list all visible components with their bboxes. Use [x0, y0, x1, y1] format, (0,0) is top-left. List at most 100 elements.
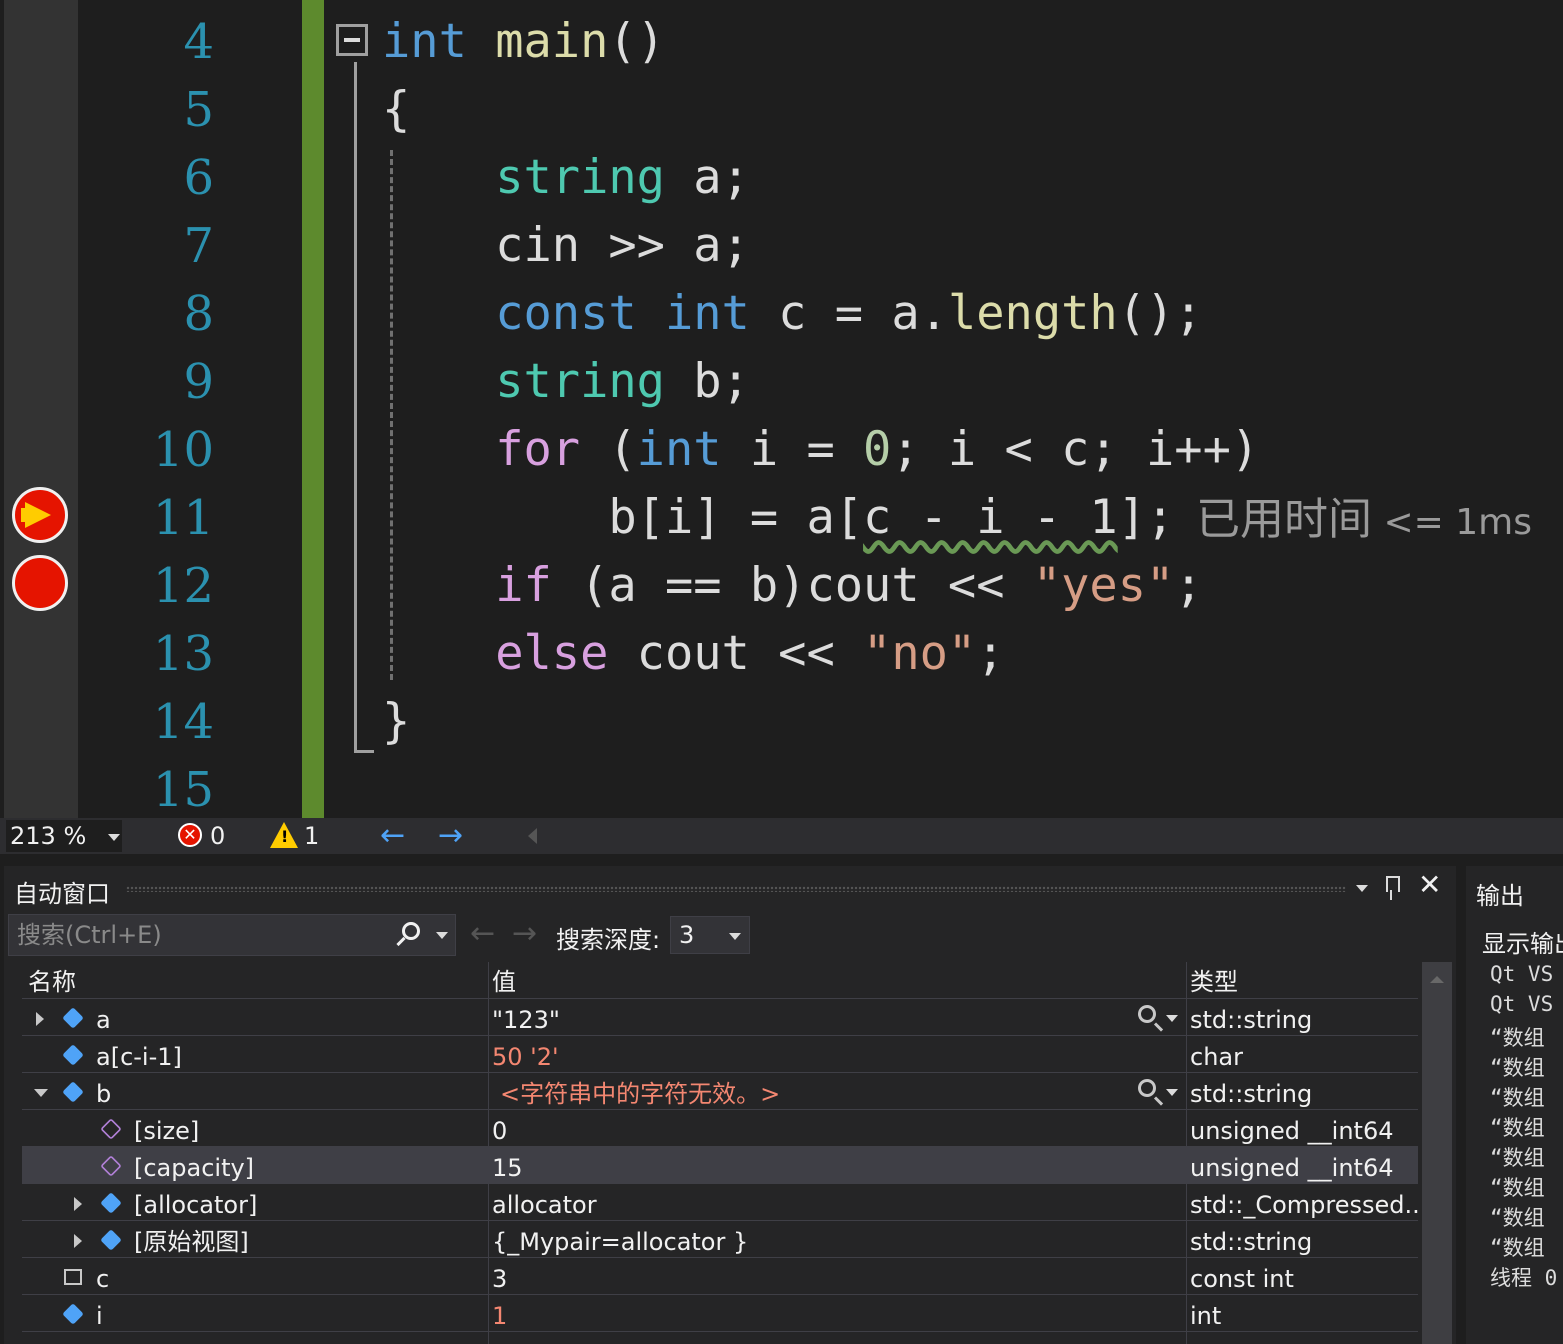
zoom-level: 213 % — [10, 822, 87, 850]
table-row[interactable]: b <字符串中的字符无效。> std::string — [22, 1073, 1418, 1110]
navigate-back-icon[interactable]: ← — [380, 818, 405, 853]
search-options-chevron-icon[interactable] — [436, 932, 448, 939]
variable-icon — [100, 1229, 122, 1251]
error-glyph: ✕ — [183, 825, 197, 844]
row-name: b — [96, 1080, 112, 1108]
collapse-region-icon[interactable] — [336, 24, 368, 56]
error-count[interactable]: 0 — [210, 822, 225, 850]
code-line[interactable]: if (a == b)cout << "yes"; — [382, 552, 1202, 620]
warning-icon[interactable]: ! — [270, 822, 298, 848]
visualizer-magnifier-icon[interactable] — [1138, 1079, 1156, 1097]
output-line: “数组 — [1490, 1236, 1545, 1260]
code-token: b[i] = a[ — [382, 490, 864, 545]
code-line[interactable]: cin >> a; — [382, 212, 750, 280]
row-type: std::string — [1190, 1228, 1313, 1256]
code-token: int — [382, 14, 467, 69]
output-text[interactable]: Qt VS Qt VS “数组 “数组 “数组 “数组 “数组 “数组 “数组 “数组 线程 0 — [1466, 962, 1563, 1342]
expand-arrow-icon[interactable] — [74, 1197, 82, 1211]
code-line[interactable]: string a; — [382, 144, 750, 212]
row-value[interactable]: allocator — [492, 1184, 1182, 1221]
row-value[interactable]: 1 — [492, 1295, 1182, 1332]
glyph-margin[interactable] — [4, 0, 78, 818]
table-row[interactable]: [allocator] allocator std::_Compressed..… — [22, 1184, 1418, 1221]
show-output-from-label: 显示输出 — [1482, 930, 1563, 958]
code-token: (a == b)cout << — [551, 558, 1033, 613]
row-name: a — [96, 1006, 111, 1034]
scroll-up-icon[interactable] — [1430, 976, 1444, 983]
row-value[interactable]: 15 — [492, 1147, 1182, 1184]
code-token: ; i < c; i++) — [891, 422, 1260, 477]
pin-icon[interactable] — [1386, 876, 1400, 892]
search-depth-dropdown[interactable]: 3 — [670, 916, 750, 954]
code-line[interactable]: int main() — [382, 8, 665, 76]
vertical-scrollbar[interactable] — [1422, 962, 1452, 1344]
column-header-type[interactable]: 类型 — [1190, 962, 1238, 998]
variable-icon — [62, 1081, 84, 1103]
row-value[interactable]: "123" — [492, 999, 1182, 1036]
code-token: a; — [664, 150, 750, 205]
row-value[interactable]: 3 — [492, 1258, 1182, 1295]
table-row[interactable]: i 1 int — [22, 1295, 1418, 1332]
table-row[interactable]: c 3 const int — [22, 1258, 1418, 1295]
code-line[interactable]: { — [382, 76, 410, 144]
current-statement-breakpoint-icon[interactable] — [12, 487, 68, 543]
code-editor[interactable]: 4 5 6 7 8 9 10 11 12 13 14 15 int main() { string a;… — [0, 0, 1563, 818]
code-line[interactable]: else cout << "no"; — [382, 620, 1004, 688]
expand-arrow-icon[interactable] — [74, 1234, 82, 1248]
column-header-name[interactable]: 名称 — [28, 962, 76, 998]
code-line[interactable]: } — [382, 688, 410, 756]
row-name: [capacity] — [134, 1154, 255, 1182]
line-number: 15 — [152, 762, 214, 818]
expand-arrow-icon[interactable] — [36, 1012, 44, 1026]
table-row[interactable]: [capacity] 15 unsigned __int64 — [22, 1147, 1418, 1184]
search-previous-icon[interactable]: ← — [470, 916, 495, 951]
variable-icon — [62, 1044, 84, 1066]
visualizer-chevron-icon[interactable] — [1166, 1015, 1178, 1022]
code-text-area[interactable]: int main() { string a; cin >> a; const in… — [382, 8, 1562, 818]
autos-toolbar: 搜索(Ctrl+E) ← → 搜索深度: 3 — [4, 912, 1456, 960]
scroll-left-icon[interactable] — [528, 828, 537, 844]
line-number: 12 — [152, 558, 214, 614]
column-header-value[interactable]: 值 — [492, 962, 516, 998]
table-row[interactable]: a[c-i-1] 50 '2' char — [22, 1036, 1418, 1073]
output-line: Qt VS — [1490, 992, 1554, 1016]
output-line: “数组 — [1490, 1146, 1545, 1170]
search-input[interactable]: 搜索(Ctrl+E) — [8, 914, 456, 956]
row-value[interactable]: 0 — [492, 1110, 1182, 1147]
row-value[interactable]: {_Mypair=allocator } — [492, 1221, 1182, 1258]
code-line[interactable]: b[i] = a[c - i - 1]; — [382, 484, 1174, 552]
output-line: “数组 — [1490, 1176, 1545, 1200]
row-name: i — [96, 1302, 103, 1330]
search-next-icon[interactable]: → — [512, 916, 537, 951]
collapse-arrow-icon[interactable] — [34, 1089, 48, 1097]
constant-icon — [64, 1269, 82, 1285]
title-grip[interactable] — [126, 886, 1346, 892]
elapsed-time-hint: 已用时间 <= 1ms — [1196, 486, 1532, 554]
table-row[interactable]: a "123" std::string — [22, 999, 1418, 1036]
autos-title-bar: 自动窗口 ✕ — [4, 866, 1456, 912]
breakpoint-icon[interactable] — [12, 555, 68, 611]
output-line: “数组 — [1490, 1086, 1545, 1110]
variable-icon — [100, 1192, 122, 1214]
property-icon — [100, 1118, 122, 1140]
zoom-dropdown[interactable]: 213 % — [6, 820, 122, 852]
visualizer-chevron-icon[interactable] — [1166, 1089, 1178, 1096]
window-menu-icon[interactable] — [1356, 885, 1368, 892]
table-row[interactable]: [原始视图] {_Mypair=allocator } std::string — [22, 1221, 1418, 1258]
row-value[interactable]: <字符串中的字符无效。> — [500, 1073, 1190, 1110]
code-line[interactable]: string b; — [382, 348, 750, 416]
row-type: std::_Compressed... — [1190, 1191, 1418, 1219]
close-icon[interactable]: ✕ — [1418, 868, 1441, 901]
code-token: 0 — [863, 422, 892, 477]
error-icon[interactable]: ✕ — [178, 823, 202, 847]
navigate-forward-icon[interactable]: → — [438, 818, 463, 853]
code-line[interactable]: const int c = a.length(); — [382, 280, 1202, 348]
row-value[interactable]: 50 '2' — [492, 1036, 1182, 1073]
warning-count[interactable]: 1 — [304, 822, 319, 850]
code-token: } — [382, 694, 411, 749]
changed-lines-indicator — [302, 0, 324, 818]
code-line[interactable]: for (int i = 0; i < c; i++) — [382, 416, 1259, 484]
table-row[interactable]: [size] 0 unsigned __int64 — [22, 1110, 1418, 1147]
visualizer-magnifier-icon[interactable] — [1138, 1005, 1156, 1023]
